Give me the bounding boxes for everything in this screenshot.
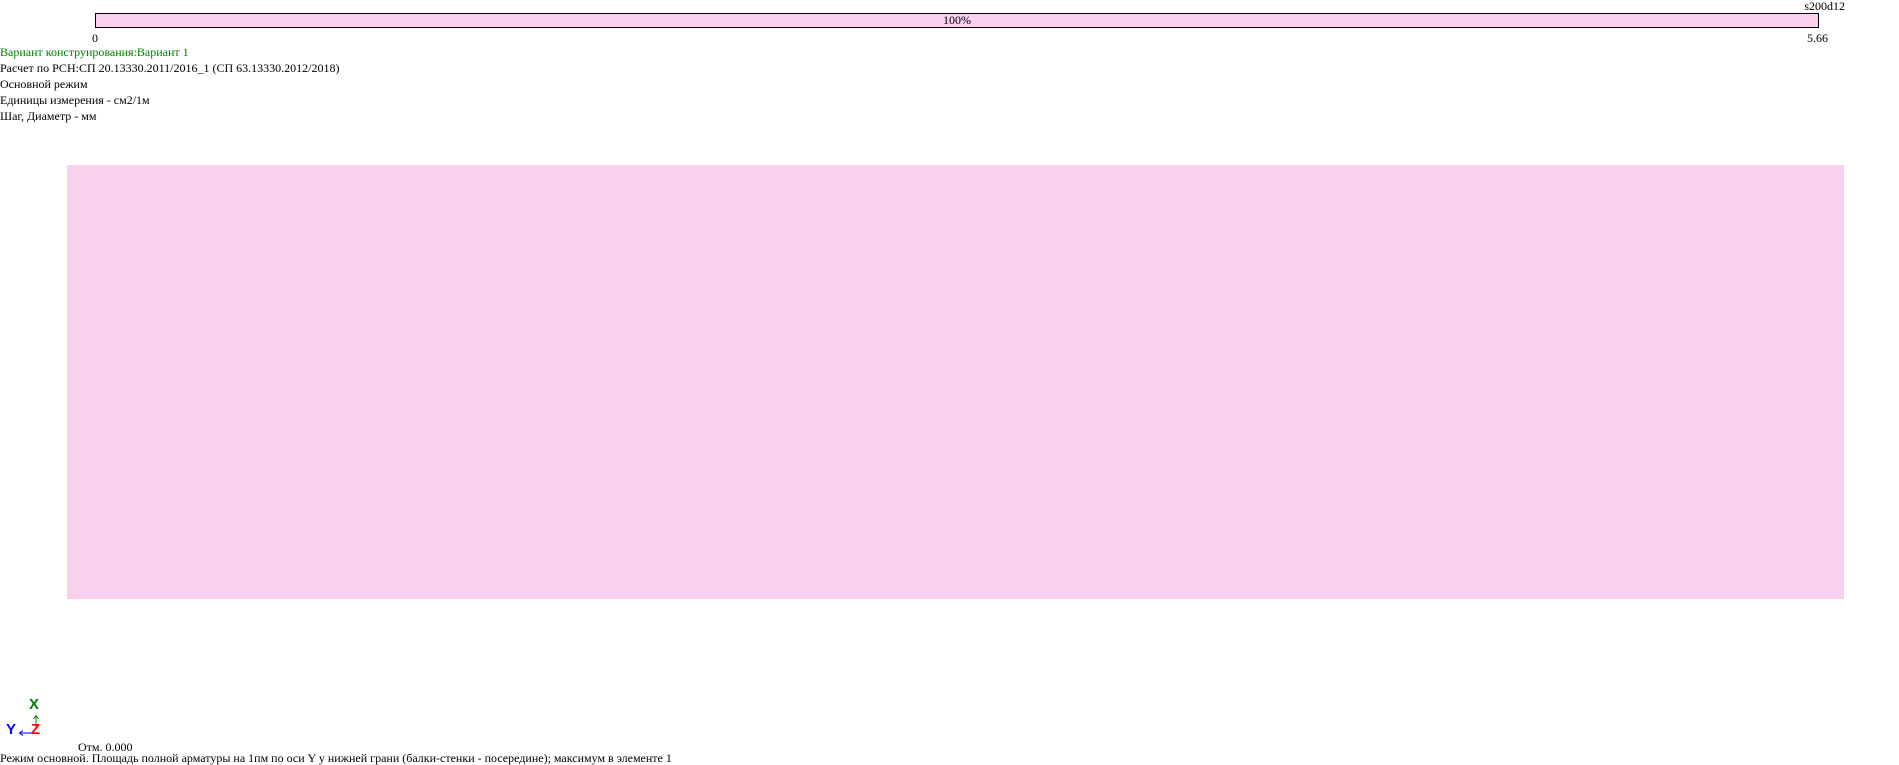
legend-min-value: 0: [92, 31, 98, 45]
mode-label: Основной режим: [0, 77, 88, 91]
legend-color-bar: 100%: [95, 13, 1819, 28]
step-diameter-label: Шаг, Диаметр - мм: [0, 109, 97, 123]
design-variant-label: Вариант конструирования:Вариант 1: [0, 45, 189, 59]
result-description: Режим основной. Площадь полной арматуры …: [0, 751, 672, 765]
legend-bar-percent: 100%: [943, 13, 971, 27]
legend-scale-label: s200d12: [1804, 0, 1845, 13]
axis-indicator: X Y Z: [6, 697, 46, 739]
axis-z-label: Z: [31, 721, 41, 738]
axis-x-label: X: [29, 696, 40, 713]
legend-max-value: 5.66: [1807, 31, 1828, 45]
reinforcement-plate-area[interactable]: [67, 165, 1844, 599]
design-norm-label: Расчет по РСН:СП 20.13330.2011/2016_1 (С…: [0, 61, 340, 75]
axis-y-label: Y: [6, 721, 17, 738]
units-label: Единицы измерения - см2/1м: [0, 93, 150, 107]
